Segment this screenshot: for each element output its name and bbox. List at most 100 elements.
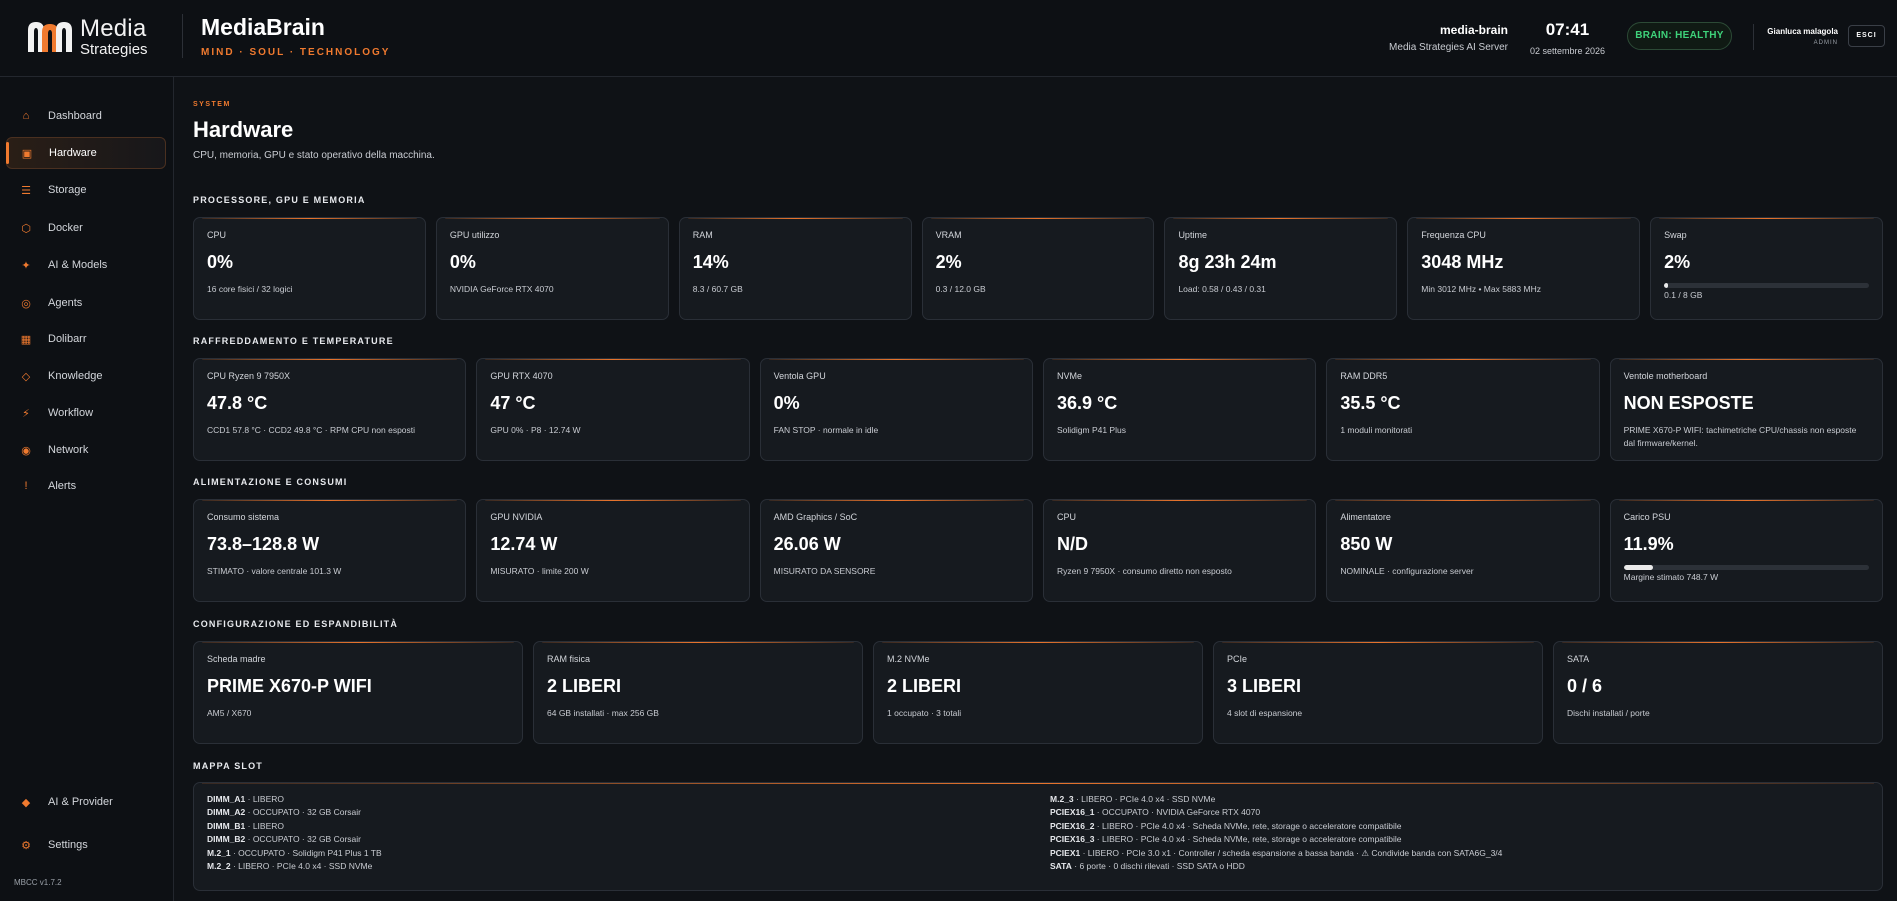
user-name: Gianluca malagola xyxy=(1767,27,1838,36)
metric-detail: FAN STOP · normale in idle xyxy=(773,425,879,435)
metric-detail: AM5 / X670 xyxy=(207,708,252,718)
logo-line-1: Media xyxy=(80,15,147,42)
metric-label: Ventola GPU xyxy=(773,371,826,381)
metric-detail: MISURATO DA SENSORE xyxy=(773,566,876,576)
sidebar-item-ai-provider[interactable]: ◆ AI & Provider xyxy=(6,786,166,818)
sidebar-item-hardware[interactable]: ▣ Hardware xyxy=(6,137,166,169)
metric-value: 35.5 °C xyxy=(1340,393,1401,413)
cooling-cards: CPU Ryzen 9 7950X 47.8 °C CCD1 57.8 °C · C… xyxy=(193,358,1883,461)
clock-date: 02 settembre 2026 xyxy=(1529,46,1605,56)
metric-label: Consumo sistema xyxy=(207,512,280,522)
sidebar-item-agents[interactable]: ◎ Agents xyxy=(6,287,166,319)
slot-info: · OCCUPATO · 32 GB Corsair xyxy=(245,834,361,845)
slot-entry: PCIEX16_3 · LIBERO · PCIe 4.0 x4 · Sched… xyxy=(1050,834,1502,847)
diamond-icon: ◇ xyxy=(21,370,31,383)
metric-card-nvme: NVMe 36.9 °C Solidigm P41 Plus xyxy=(1042,358,1317,461)
metric-value: 2 LIBERI xyxy=(547,676,622,696)
sidebar-item-settings[interactable]: ⚙ Settings xyxy=(6,829,166,861)
metric-card-consumo-sistema: Consumo sistema 73.8–128.8 W STIMATO · val… xyxy=(193,499,467,602)
metric-label: Frequenza CPU xyxy=(1421,230,1486,240)
clock: 07:41 02 settembre 2026 xyxy=(1530,20,1605,56)
sidebar-item-label: Hardware xyxy=(49,147,97,159)
page-subtitle: CPU, memoria, GPU e stato operativo dell… xyxy=(193,150,435,161)
slot-info: · LIBERO xyxy=(245,794,284,804)
sidebar-item-label: Alerts xyxy=(48,480,77,492)
metric-card-swap: Swap 2% 0.1 / 8 GB xyxy=(1650,217,1884,320)
processor-cards: CPU 0% 16 core fisici / 32 logici GPU utili… xyxy=(193,217,1884,320)
sidebar-item-docker[interactable]: ⬡ Docker xyxy=(6,212,166,244)
metric-value: 14% xyxy=(692,252,729,272)
metric-value: 0% xyxy=(449,252,476,272)
section-title-config: CONFIGURAZIONE ED ESPANDIBILITÀ xyxy=(193,619,399,629)
sidebar-item-label: Docker xyxy=(48,222,83,234)
config-cards: Scheda madre PRIME X670-P WIFI AM5 / X670 R… xyxy=(193,641,1883,744)
slot-map-right: M.2_3 · LIBERO · PCIe 4.0 x4 · SSD NVMe P… xyxy=(1050,794,1502,874)
slot-name: SATA xyxy=(1050,860,1072,871)
docker-icon: ⬡ xyxy=(21,222,31,235)
sidebar-item-dolibarr[interactable]: ▦ Dolibarr xyxy=(6,323,166,355)
sidebar-item-workflow[interactable]: ⚡ Workflow xyxy=(6,397,166,429)
progress-bar xyxy=(1623,565,1869,570)
metric-label: Alimentatore xyxy=(1340,512,1391,522)
metric-card-ram-ddr5: RAM DDR5 35.5 °C 1 moduli monitorati xyxy=(1326,358,1600,461)
sidebar-item-dashboard[interactable]: ⌂ Dashboard xyxy=(6,100,166,132)
workflow-icon: ⚡ xyxy=(22,407,30,420)
network-icon: ◉ xyxy=(21,444,31,457)
metric-value: 11.9% xyxy=(1623,534,1674,554)
user-role: ADMIN xyxy=(1813,40,1838,46)
sidebar-item-network[interactable]: ◉ Network xyxy=(6,434,166,466)
home-icon: ⌂ xyxy=(22,110,30,122)
slot-entry: DIMM_B2 · OCCUPATO · 32 GB Corsair xyxy=(207,834,382,847)
section-title-power: ALIMENTAZIONE E CONSUMI xyxy=(193,477,348,487)
metric-label: RAM fisica xyxy=(547,654,591,664)
sidebar-item-label: AI & Provider xyxy=(48,796,113,808)
metric-card-ram: RAM 14% 8.3 / 60.7 GB xyxy=(678,217,912,320)
logout-button[interactable]: ESCI xyxy=(1848,25,1885,47)
metric-card-m-2-nvme: M.2 NVMe 2 LIBERI 1 occupato · 3 totali xyxy=(873,641,1203,744)
metric-label: CPU Ryzen 9 7950X xyxy=(207,371,291,381)
slot-name: PCIEX16_1 xyxy=(1050,807,1095,818)
sidebar-item-ai-models[interactable]: ✦ AI & Models xyxy=(6,249,166,281)
slot-entry: PCIEX16_1 · OCCUPATO · NVIDIA GeForce RT… xyxy=(1050,807,1502,820)
sidebar-item-storage[interactable]: ☰ Storage xyxy=(6,174,166,206)
metric-detail: PRIME X670-P WIFI: tachimetriche CPU/cha… xyxy=(1623,425,1857,448)
sidebar-item-knowledge[interactable]: ◇ Knowledge xyxy=(6,360,166,392)
section-title-slotmap: MAPPA SLOT xyxy=(193,761,263,771)
metric-card-frequenza-cpu: Frequenza CPU 3048 MHz Min 3012 MHz • Max … xyxy=(1407,217,1641,320)
sidebar-item-label: Settings xyxy=(48,839,88,851)
metric-detail: 1 moduli monitorati xyxy=(1340,425,1413,435)
metric-card-gpu-nvidia: GPU NVIDIA 12.74 W MISURATO · limite 200 W xyxy=(476,499,750,602)
metric-card-vram: VRAM 2% 0.3 / 12.0 GB xyxy=(921,217,1155,320)
sidebar-item-label: Network xyxy=(48,444,89,456)
server-info: media-brain Media Strategies AI Server xyxy=(1389,23,1508,53)
metric-card-cpu: CPU N/D Ryzen 9 7950X · consumo diretto no… xyxy=(1042,499,1317,602)
top-header: Media Strategies MediaBrain MIND · SOUL … xyxy=(0,0,1897,77)
slot-name: PCIEX1 xyxy=(1050,847,1081,858)
metric-card-ventola-gpu: Ventola GPU 0% FAN STOP · normale in idle xyxy=(759,358,1033,461)
sidebar-item-alerts[interactable]: ! Alerts xyxy=(6,470,166,502)
metric-value: N/D xyxy=(1056,534,1088,554)
metric-card-alimentatore: Alimentatore 850 W NOMINALE · configurazio… xyxy=(1326,499,1600,602)
sidebar-item-label: Storage xyxy=(48,184,87,196)
metric-value: 3 LIBERI xyxy=(1227,676,1302,696)
metric-detail: 16 core fisici / 32 logici xyxy=(207,284,293,294)
metric-label: Uptime xyxy=(1178,230,1207,240)
progress-bar-fill xyxy=(1623,565,1653,570)
progress-bar xyxy=(1664,283,1870,288)
slot-entry: SATA · 6 porte · 0 dischi rilevati · SSD… xyxy=(1050,861,1502,874)
slot-info: · OCCUPATO · 32 GB Corsair xyxy=(245,807,361,818)
metric-detail: Min 3012 MHz • Max 5883 MHz xyxy=(1421,284,1541,294)
metric-label: Carico PSU xyxy=(1623,512,1671,522)
app-tagline: MIND · SOUL · TECHNOLOGY xyxy=(201,47,391,58)
metric-value: 0 / 6 xyxy=(1567,676,1603,696)
metric-value: 3048 MHz xyxy=(1421,252,1504,272)
metric-label: NVMe xyxy=(1056,371,1082,381)
metric-card-cpu-ryzen-9-7950x: CPU Ryzen 9 7950X 47.8 °C CCD1 57.8 °C · C… xyxy=(193,358,467,461)
metric-value: 8g 23h 24m xyxy=(1178,252,1277,272)
main-content: SYSTEM Hardware CPU, memoria, GPU e stat… xyxy=(174,77,1897,901)
section-title-processor: PROCESSORE, GPU E MEMORIA xyxy=(193,195,366,205)
slot-name: DIMM_A2 xyxy=(207,807,246,818)
slot-info: · LIBERO · PCIe 3.0 x1 · Controller / sc… xyxy=(1080,847,1503,858)
metric-value: 36.9 °C xyxy=(1056,393,1118,413)
brand-logo[interactable]: Media Strategies xyxy=(26,17,148,57)
